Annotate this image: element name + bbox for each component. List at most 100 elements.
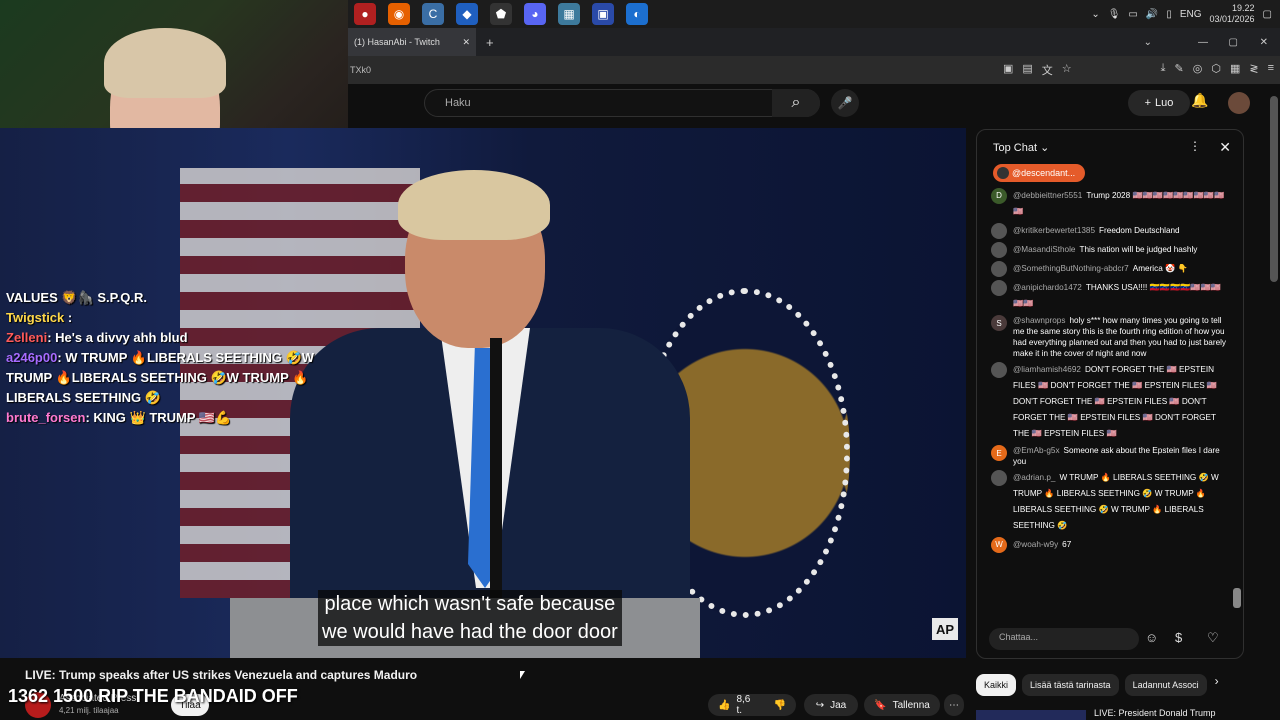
- super-chat-icon[interactable]: $: [1175, 630, 1182, 645]
- more-vert-icon[interactable]: ⋮: [1189, 139, 1201, 153]
- page-scrollbar[interactable]: [1270, 96, 1278, 282]
- firefox-icon[interactable]: ◉: [388, 3, 410, 25]
- avatar: [991, 470, 1007, 486]
- chat-author: @adrian.p_: [1013, 473, 1056, 482]
- files-icon[interactable]: ▦: [558, 3, 580, 25]
- discord-icon[interactable]: ◕: [524, 3, 546, 25]
- stream-app-icon[interactable]: ●: [354, 3, 376, 25]
- chevron-right-icon[interactable]: ›: [1215, 674, 1219, 696]
- chat-author: @SomethingButNothing-abdcr7: [1013, 264, 1129, 273]
- chat-author: @MasandiSthole: [1013, 245, 1076, 254]
- ap-watermark: AP: [932, 618, 958, 640]
- chat-message[interactable]: @MasandiSthole This nation will be judged…: [991, 242, 1227, 258]
- browser-tab[interactable]: (1) HasanAbi - Twitch ✕: [348, 28, 476, 56]
- chip-all[interactable]: Kaikki: [976, 674, 1017, 696]
- related-video[interactable]: LIVE: President Donald Trump: [976, 708, 1266, 720]
- like-button[interactable]: 👍 8,6 t. 👎: [708, 694, 796, 716]
- mic-tray-icon[interactable]: 🎙: [1108, 9, 1121, 20]
- bell-icon[interactable]: 🔔: [1191, 92, 1208, 109]
- overlay-chat-line: VALUES 🦁🦍 S.P.Q.R.: [6, 290, 147, 305]
- address-text[interactable]: TXk0: [350, 65, 371, 75]
- cast-icon[interactable]: ▤: [1022, 62, 1032, 78]
- puzzle-icon[interactable]: ⬡: [1211, 62, 1221, 78]
- related-thumbnail[interactable]: [976, 710, 1086, 720]
- chat-message[interactable]: E @EmAb-g5x Someone ask about the Epstein …: [991, 445, 1227, 467]
- chat-message[interactable]: @liamhamish4692 DON'T FORGET THE 🇺🇸 EPSTE…: [991, 362, 1227, 442]
- avatar: [991, 261, 1007, 277]
- close-icon[interactable]: ✕: [1219, 139, 1231, 156]
- thumbs-up-icon: 👍: [718, 699, 731, 711]
- close-tab-icon[interactable]: ✕: [462, 37, 470, 48]
- translate-icon[interactable]: 文: [1042, 62, 1053, 78]
- extension-icon[interactable]: ◎: [1193, 62, 1203, 78]
- related-title[interactable]: LIVE: President Donald Trump: [1094, 708, 1216, 718]
- share-icon: ↪: [815, 699, 825, 711]
- tab-list-icon[interactable]: ⌄: [1144, 37, 1152, 48]
- heart-icon[interactable]: ♡: [1207, 630, 1219, 646]
- app-icon[interactable]: ◆: [456, 3, 478, 25]
- pinned-avatar: [997, 167, 1009, 179]
- avatar: [991, 242, 1007, 258]
- save-button[interactable]: 🔖 Tallenna: [864, 694, 940, 716]
- share-label: Jaa: [830, 699, 847, 711]
- microphone-icon: 🎤: [837, 96, 853, 110]
- new-tab-icon[interactable]: +: [486, 35, 494, 50]
- address-bar[interactable]: TXk0 ▣ ▤ 文 ☆ ⤓ ✎ ◎ ⬡ ▦ ≷ ≡: [348, 56, 1280, 84]
- tools-icon[interactable]: ✎: [1175, 62, 1184, 78]
- search-input[interactable]: Haku: [424, 89, 820, 117]
- language-indicator[interactable]: ENG: [1180, 9, 1202, 20]
- chat-message[interactable]: S @shawnprops holy s*** how many times you…: [991, 315, 1227, 359]
- chat-scrollbar[interactable]: [1233, 588, 1241, 608]
- chat-message[interactable]: W @woah-w9y 67: [991, 537, 1227, 553]
- close-window-icon[interactable]: ✕: [1260, 37, 1268, 48]
- edge-icon[interactable]: ◐: [626, 3, 648, 25]
- clock-date: 03/01/2026: [1209, 14, 1255, 24]
- avatar[interactable]: [1228, 92, 1250, 114]
- minimize-icon[interactable]: —: [1198, 37, 1208, 48]
- chat-author: @debbieittner5551: [1013, 191, 1083, 200]
- shield-app-icon[interactable]: ⬟: [490, 3, 512, 25]
- chat-mode-dropdown[interactable]: Top Chat ⌄: [993, 141, 1049, 154]
- chat-message[interactable]: @SomethingButNothing-abdcr7 America 🤡 👇: [991, 261, 1227, 277]
- chat-message[interactable]: @kritikerbewertet1385 Freedom Deutschland: [991, 223, 1227, 239]
- volume-icon[interactable]: 🔊: [1146, 9, 1158, 20]
- clock[interactable]: 19.22 03/01/2026: [1210, 3, 1255, 25]
- menu-icon[interactable]: ≡: [1268, 62, 1274, 78]
- emoji-icon[interactable]: ☺: [1145, 630, 1158, 645]
- chat-text: This nation will be judged hashly: [1079, 245, 1198, 254]
- video-subtitles: place which wasn't safe because we would…: [318, 590, 622, 646]
- maximize-icon[interactable]: ▢: [1229, 37, 1238, 48]
- chip-more-story[interactable]: Lisää tästä tarinasta: [1022, 674, 1119, 696]
- battery-icon[interactable]: ▯: [1166, 9, 1172, 20]
- browser-tab-bar: (1) HasanAbi - Twitch ✕ + ⌄ — ▢ ✕: [348, 28, 1280, 56]
- monitor-app-icon[interactable]: ▣: [592, 3, 614, 25]
- more-actions-button[interactable]: ⋯: [944, 694, 964, 716]
- download-icon[interactable]: ⤓: [1161, 62, 1166, 78]
- voice-search-button[interactable]: 🎤: [831, 89, 859, 117]
- overlay-chat-line: Twigstick :: [6, 310, 73, 325]
- search-icon: ⌕: [791, 94, 801, 111]
- chevron-up-icon[interactable]: ⌄: [1091, 9, 1099, 20]
- chat-header: Top Chat ⌄ ⋮ ✕: [977, 130, 1243, 164]
- share-button[interactable]: ↪ Jaa: [804, 694, 858, 716]
- chip-uploaded-by[interactable]: Ladannut Associ: [1124, 674, 1207, 696]
- ccleaner-icon[interactable]: C: [422, 3, 444, 25]
- search-button[interactable]: ⌕: [772, 89, 820, 117]
- avatar: [991, 280, 1007, 296]
- chat-text: America 🤡 👇: [1132, 264, 1188, 273]
- network-icon[interactable]: ▭: [1128, 9, 1137, 20]
- notification-icon[interactable]: ▢: [1263, 9, 1272, 20]
- screenshot-icon[interactable]: ▣: [1003, 62, 1013, 78]
- chat-message[interactable]: @anipichardo1472 THANKS USA!!!! 🇻🇪🇻🇪🇻🇪🇻🇪🇺…: [991, 280, 1227, 312]
- create-button[interactable]: + Luo: [1128, 90, 1190, 116]
- pinned-user-chip[interactable]: @descendant...: [993, 164, 1085, 182]
- subscriber-count: 4,21 milj. tilaajaa: [59, 706, 119, 715]
- chat-message[interactable]: @adrian.p_ W TRUMP 🔥 LIBERALS SEETHING 🤣 …: [991, 470, 1227, 534]
- chat-messages: D @debbieittner5551 Trump 2028 🇺🇸🇺🇸🇺🇸🇺🇸🇺🇸🇺…: [991, 188, 1227, 556]
- extension-badge-icon[interactable]: ▦: [1230, 62, 1240, 78]
- chat-input[interactable]: Chattaa...: [989, 628, 1139, 650]
- extension-blue-icon[interactable]: ≷: [1249, 62, 1258, 78]
- chat-message[interactable]: D @debbieittner5551 Trump 2028 🇺🇸🇺🇸🇺🇸🇺🇸🇺🇸🇺…: [991, 188, 1227, 220]
- thumbs-down-icon[interactable]: 👎: [774, 700, 786, 711]
- bookmark-star-icon[interactable]: ☆: [1062, 62, 1072, 78]
